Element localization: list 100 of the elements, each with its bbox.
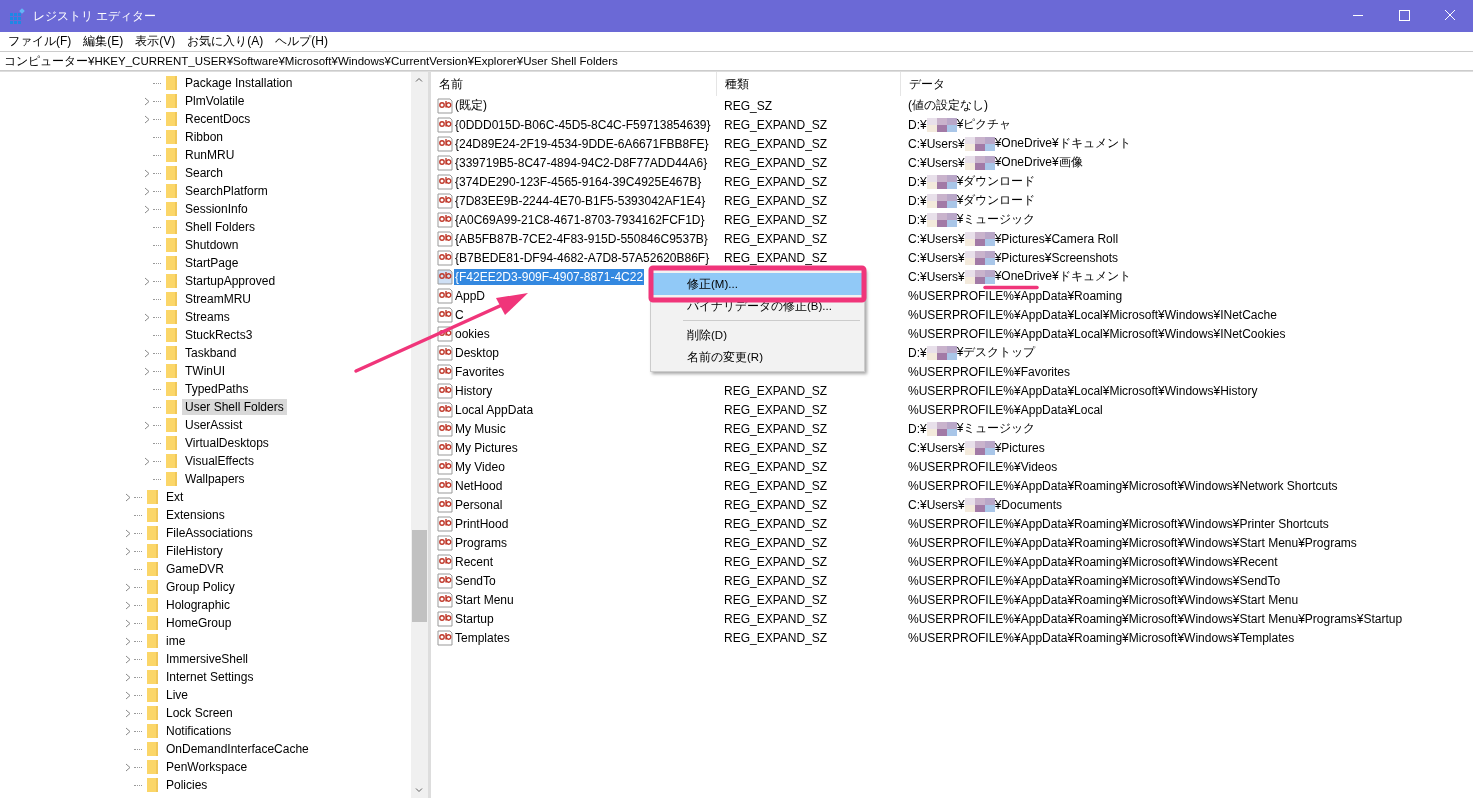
menu-item[interactable]: ファイル(F) [2, 33, 78, 50]
tree-item[interactable]: RecentDocs [182, 111, 254, 127]
value-name[interactable]: {7D83EE9B-2244-4E70-B1F5-5393042AF1E4} [454, 192, 707, 209]
tree-item[interactable]: TWinUI [182, 363, 228, 379]
context-menu-item[interactable]: 名前の変更(R) [653, 346, 862, 368]
value-name[interactable]: Local AppData [454, 401, 535, 418]
tree-item[interactable]: Package Installation [182, 75, 296, 91]
tree-item[interactable]: Group Policy [163, 579, 238, 595]
value-name[interactable]: (既定) [454, 96, 488, 115]
value-name[interactable]: SendTo [454, 572, 497, 589]
tree-item[interactable]: GameDVR [163, 561, 227, 577]
folder-icon [145, 489, 161, 505]
tree-item[interactable]: SearchPlatform [182, 183, 271, 199]
context-menu-item[interactable]: 削除(D) [653, 324, 862, 346]
scrollbar-thumb[interactable] [412, 530, 427, 622]
tree-item[interactable]: FileHistory [163, 543, 226, 559]
string-value-icon [437, 572, 453, 589]
value-name[interactable]: Templates [454, 629, 511, 646]
tree-item[interactable]: HomeGroup [163, 615, 235, 631]
value-name[interactable]: {339719B5-8C47-4894-94C2-D8F77ADD44A6} [454, 154, 709, 171]
value-name[interactable]: {A0C69A99-21C8-4671-8703-7934162FCF1D} [454, 211, 706, 228]
value-name[interactable]: {374DE290-123F-4565-9164-39C4925E467B} [454, 173, 703, 190]
value-name[interactable]: Favorites [454, 363, 506, 380]
tree-item[interactable]: Ribbon [182, 129, 227, 145]
value-name[interactable]: Personal [454, 496, 504, 513]
value-name[interactable]: My Pictures [454, 439, 519, 456]
chevron-icon[interactable] [143, 276, 151, 286]
tree-item[interactable]: Shell Folders [182, 219, 259, 235]
tree-item[interactable]: Holographic [163, 597, 234, 613]
tree-item[interactable]: TypedPaths [182, 381, 252, 397]
underline-mark [983, 285, 1039, 290]
chevron-icon[interactable] [124, 492, 132, 502]
tree-item[interactable]: RunMRU [182, 147, 238, 163]
tree-item[interactable]: Streams [182, 309, 233, 325]
scrollbar[interactable] [411, 72, 428, 798]
value-name[interactable]: PrintHood [454, 515, 510, 532]
value-name[interactable]: NetHood [454, 477, 504, 494]
tree-item[interactable]: Extensions [163, 507, 228, 523]
column-header[interactable]: 種類 [717, 72, 901, 96]
tree-item[interactable]: ImmersiveShell [163, 651, 252, 667]
tree-item[interactable]: StreamMRU [182, 291, 254, 307]
tree-item[interactable]: StartPage [182, 255, 242, 271]
tree-item[interactable]: Internet Settings [163, 669, 257, 685]
menu-item[interactable]: 編集(E) [77, 33, 130, 50]
value-data: C:¥Users¥ [908, 231, 965, 246]
tree-item[interactable]: Policies [163, 777, 211, 793]
tree-item[interactable]: Lock Screen [163, 705, 236, 721]
chevron-icon[interactable] [143, 420, 151, 430]
value-name[interactable]: {B7BEDE81-DF94-4682-A7D8-57A52620B86F} [454, 249, 711, 266]
tree-item[interactable]: FileAssociations [163, 525, 256, 541]
value-type: REG_EXPAND_SZ [724, 630, 828, 645]
chevron-icon[interactable] [124, 762, 132, 772]
tree-item[interactable]: Taskband [182, 345, 240, 361]
value-name[interactable]: Recent [454, 553, 495, 570]
menu-item[interactable]: お気に入り(A) [181, 33, 270, 50]
chevron-icon[interactable] [143, 312, 151, 322]
tree-item[interactable]: User Shell Folders [182, 399, 287, 415]
value-type: REG_EXPAND_SZ [724, 573, 828, 588]
value-data: (値の設定なし) [908, 97, 988, 114]
menu-item[interactable]: ヘルプ(H) [269, 33, 334, 50]
value-name[interactable]: Desktop [454, 344, 501, 361]
value-name[interactable]: History [454, 382, 494, 399]
context-menu-item[interactable]: 修正(M)... [653, 273, 862, 295]
value-name[interactable]: {F42EE2D3-909F-4907-8871-4C22 [454, 268, 645, 285]
tree-item[interactable]: UserAssist [182, 417, 246, 433]
chevron-icon[interactable] [143, 456, 151, 466]
tree-item[interactable]: VisualEffects [182, 453, 257, 469]
address-field[interactable]: コンピューター¥HKEY_CURRENT_USER¥Software¥Microsoft¥Windows¥CurrentVersion¥Explorer¥User Shell Folders [0, 51, 1473, 71]
column-header[interactable]: 名前 [431, 72, 717, 96]
tree-item[interactable]: Live [163, 687, 191, 703]
tree-item[interactable]: Ext [163, 489, 187, 505]
folder-icon [145, 579, 161, 595]
tree-item[interactable]: StartupApproved [182, 273, 279, 289]
value-type: REG_EXPAND_SZ [724, 611, 828, 626]
folder-icon [164, 291, 180, 307]
value-name[interactable]: {AB5FB87B-7CE2-4F83-915D-550846C9537B} [454, 230, 709, 247]
tree-item[interactable]: PlmVolatile [182, 93, 248, 109]
value-name[interactable]: My Video [454, 458, 506, 475]
tree-item[interactable]: PenWorkspace [163, 759, 251, 775]
value-name[interactable]: {24D89E24-2F19-4534-9DDE-6A6671FBB8FE} [454, 135, 710, 152]
tree-item[interactable]: VirtualDesktops [182, 435, 272, 451]
value-name[interactable]: {0DDD015D-B06C-45D5-8C4C-F59713854639} [454, 116, 712, 133]
tree-item[interactable]: Shutdown [182, 237, 242, 253]
tree-item[interactable]: Search [182, 165, 227, 181]
tree-item[interactable]: Wallpapers [182, 471, 248, 487]
folder-icon [145, 615, 161, 631]
value-name[interactable]: My Music [454, 420, 507, 437]
value-name[interactable]: Programs [454, 534, 508, 551]
value-name[interactable]: C [454, 306, 465, 323]
menu-item[interactable]: 表示(V) [129, 33, 182, 50]
tree-item[interactable]: OnDemandInterfaceCache [163, 741, 312, 757]
tree-item[interactable]: ime [163, 633, 189, 649]
tree-item[interactable]: Notifications [163, 723, 235, 739]
tree-item[interactable]: StuckRects3 [182, 327, 256, 343]
tree-item[interactable]: SessionInfo [182, 201, 251, 217]
value-name[interactable]: AppD [454, 287, 487, 304]
value-name[interactable]: Start Menu [454, 591, 515, 608]
value-name[interactable]: ookies [454, 325, 491, 342]
value-name[interactable]: Startup [454, 610, 495, 627]
column-header[interactable]: データ [901, 72, 1473, 96]
